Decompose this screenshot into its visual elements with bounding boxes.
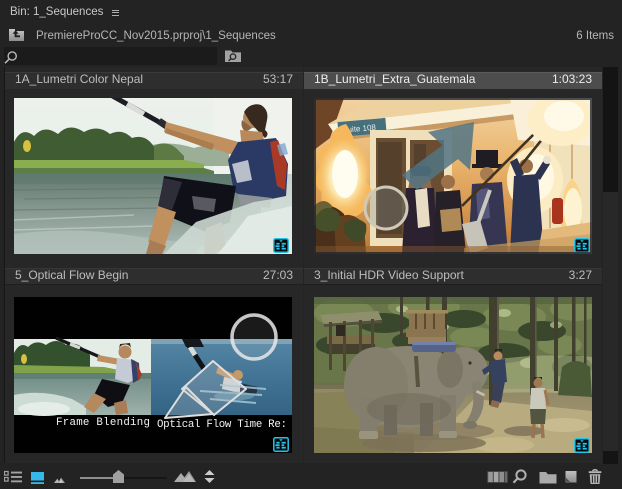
svg-text:Optical Flow Time Re:: Optical Flow Time Re: — [157, 419, 287, 431]
svg-text:Frame Blending: Frame Blending — [56, 417, 150, 429]
